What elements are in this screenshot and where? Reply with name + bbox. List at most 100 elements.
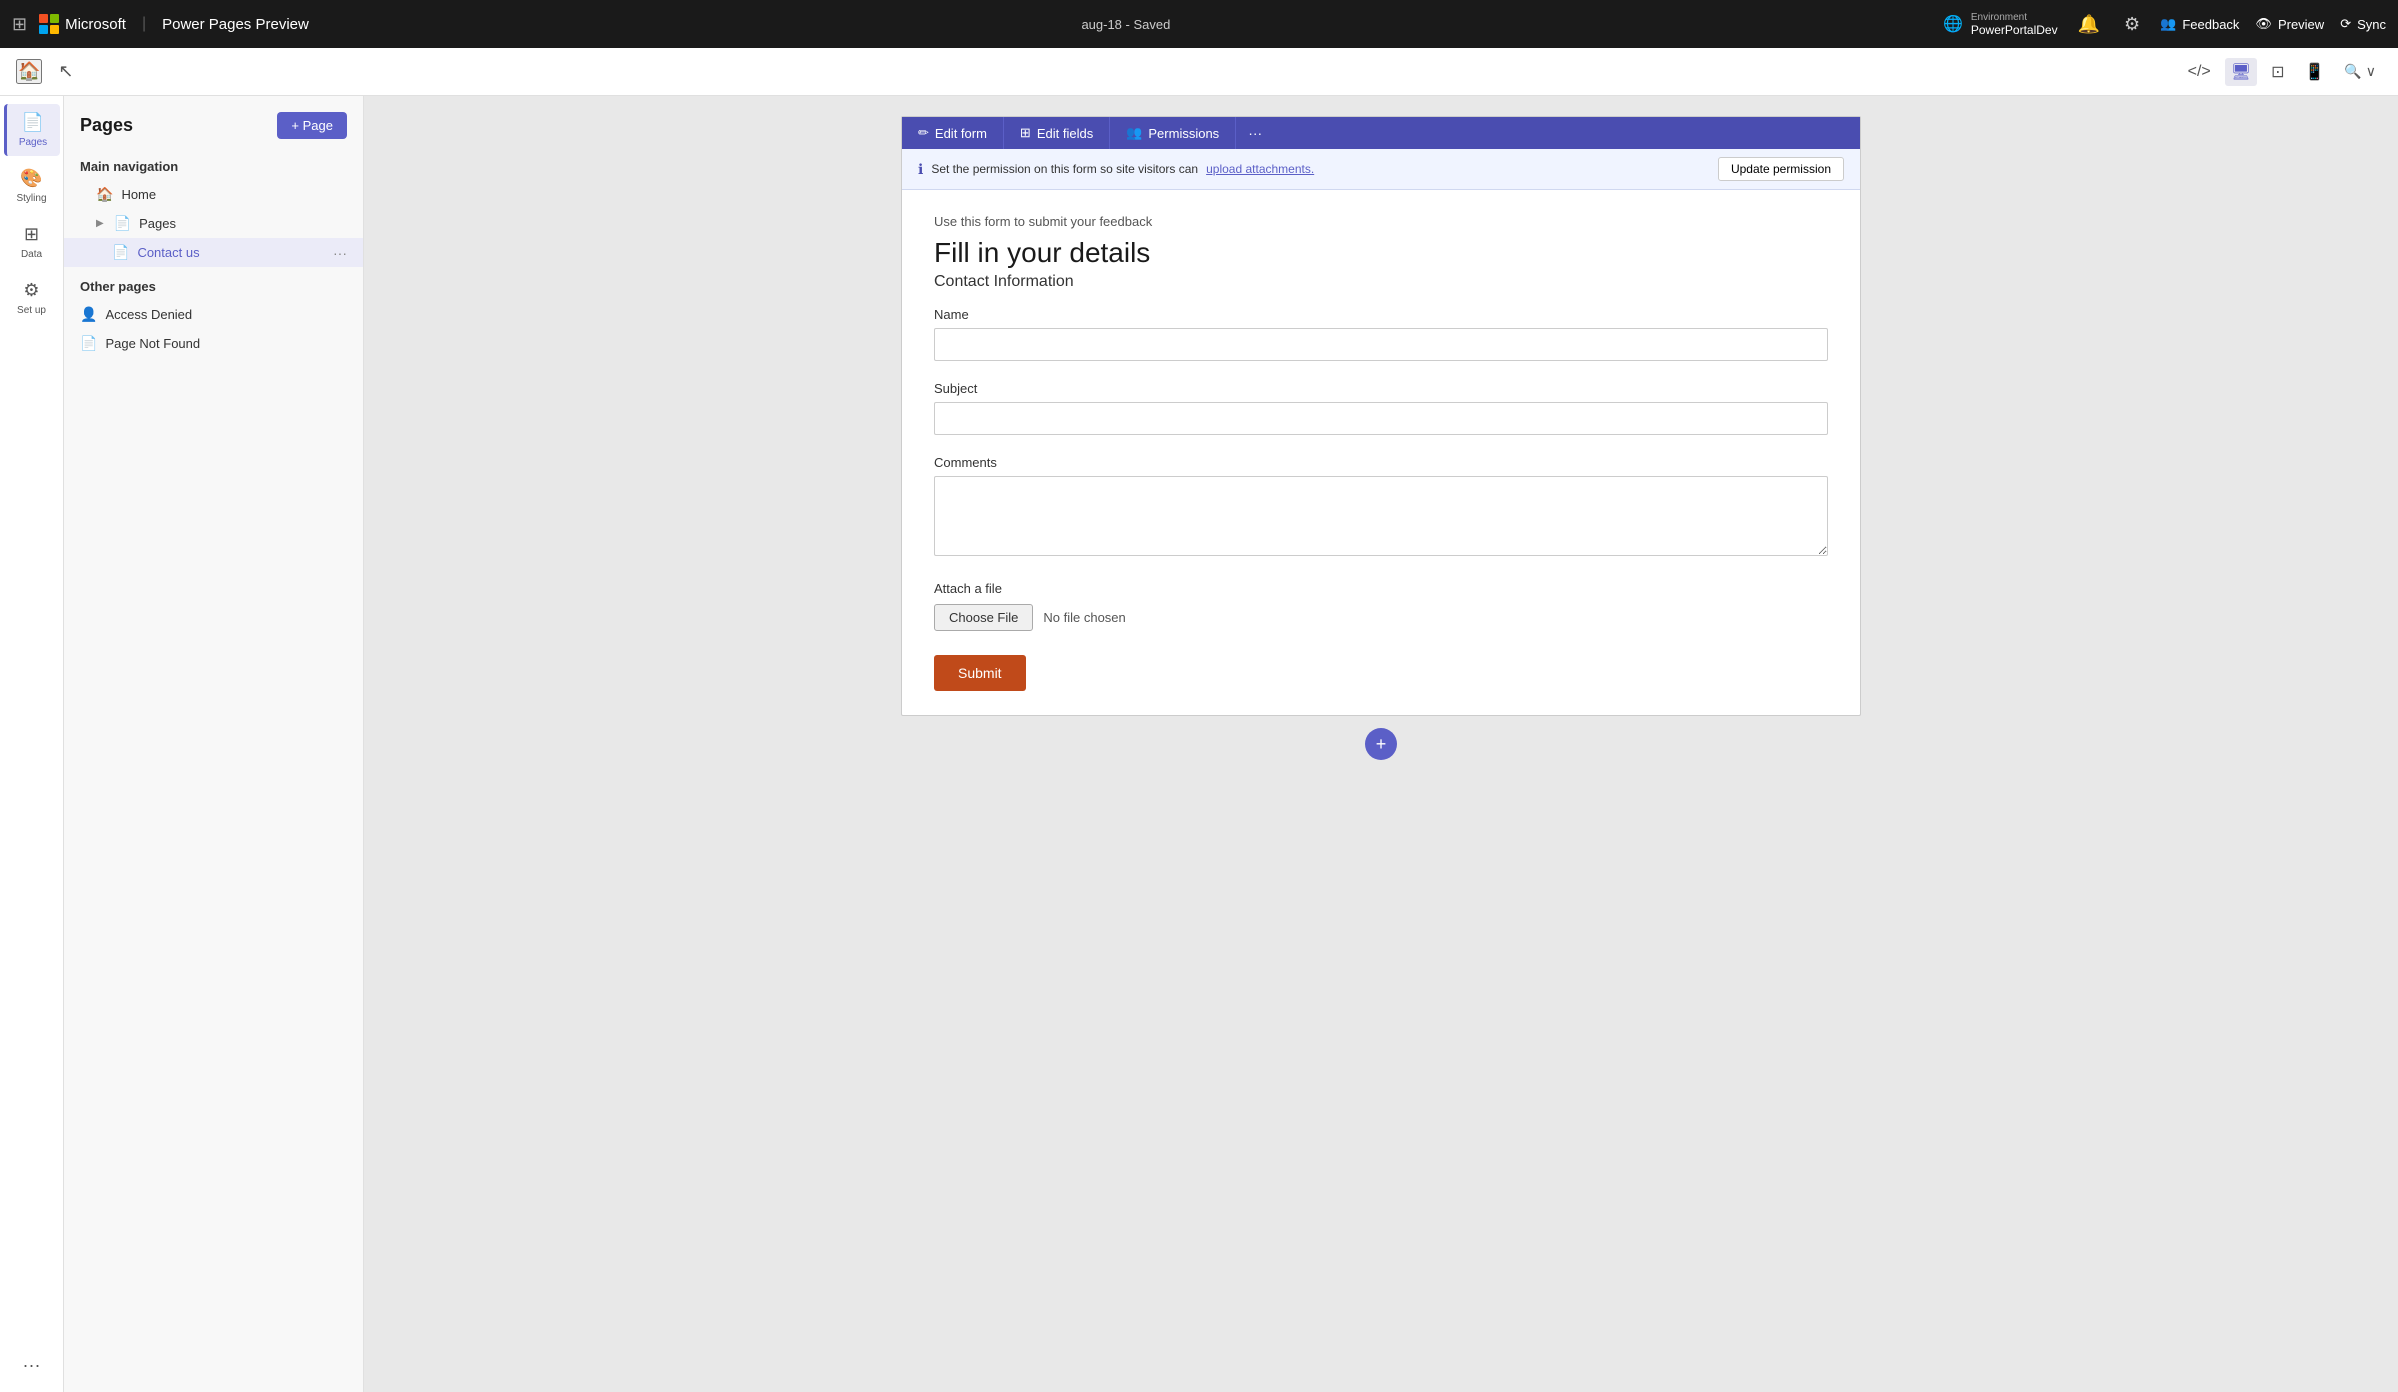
form-main-title: Fill in your details (934, 237, 1828, 269)
permissions-icon: 👥 (1126, 125, 1142, 141)
sidebar-item-data[interactable]: ⊞ Data (4, 216, 60, 268)
mobile-view-button[interactable]: 📱 (2299, 58, 2331, 86)
styling-label: Styling (16, 193, 46, 204)
zoom-button[interactable]: 🔍 ∨ (2338, 59, 2382, 84)
desktop-view-button[interactable]: 🖥 (2225, 58, 2257, 86)
form-canvas: ✏ Edit form ⊞ Edit fields 👥 Permissions … (901, 116, 1861, 716)
choose-file-button[interactable]: Choose File (934, 604, 1033, 631)
environment-selector[interactable]: 🌐 Environment PowerPortalDev (1943, 12, 2058, 37)
contact-more-icon[interactable]: ··· (333, 245, 347, 261)
access-denied-icon: 👤 (80, 306, 97, 323)
home-nav-icon: 🏠 (96, 186, 113, 203)
globe-icon: 🌐 (1943, 14, 1963, 34)
preview-icon: 👁 (2255, 16, 2272, 32)
contact-nav-icon: 📄 (112, 244, 129, 261)
subject-label: Subject (934, 381, 1828, 396)
pages-chevron: ▶ (96, 218, 104, 229)
topbar: ⊞ Microsoft | Power Pages Preview aug-18… (0, 0, 2398, 48)
topbar-separator: | (142, 15, 146, 33)
env-label: Environment (1971, 12, 2058, 23)
attach-label: Attach a file (934, 581, 1828, 596)
form-section-title: Contact Information (934, 273, 1828, 291)
form-content: Use this form to submit your feedback Fi… (902, 190, 1860, 715)
data-icon: ⊞ (24, 224, 39, 245)
more-icon: ··· (23, 1355, 41, 1376)
page-not-found-icon: 📄 (80, 335, 97, 352)
attach-section: Attach a file Choose File No file chosen (934, 581, 1828, 631)
permissions-button[interactable]: 👥 Permissions (1110, 117, 1236, 149)
nav-item-contact-us[interactable]: 📄 Contact us ··· (64, 238, 363, 267)
notification-bell[interactable]: 🔔 (2074, 10, 2104, 39)
home-button[interactable]: 🏠 (16, 59, 42, 84)
pages-nav-label: Pages (139, 216, 176, 231)
sync-icon: ⟳ (2340, 16, 2351, 32)
cursor-tool[interactable]: ↖ (58, 61, 73, 82)
name-input[interactable] (934, 328, 1828, 361)
sidebar-item-setup[interactable]: ⚙ Set up (4, 272, 60, 324)
subject-input[interactable] (934, 402, 1828, 435)
sync-label: Sync (2357, 17, 2386, 32)
add-section-button[interactable]: + (1365, 728, 1397, 760)
home-nav-label: Home (121, 187, 156, 202)
name-field: Name (934, 307, 1828, 361)
update-permission-button[interactable]: Update permission (1718, 157, 1844, 181)
grid-icon[interactable]: ⊞ (12, 14, 27, 35)
no-file-text: No file chosen (1043, 610, 1125, 625)
pages-icon: 📄 (22, 112, 44, 133)
nav-item-home[interactable]: 🏠 Home (64, 180, 363, 209)
edit-fields-icon: ⊞ (1020, 125, 1031, 141)
submit-button[interactable]: Submit (934, 655, 1026, 691)
pages-nav-icon: 📄 (114, 215, 131, 232)
permission-notice-left: ℹ Set the permission on this form so sit… (918, 161, 1314, 178)
filename: aug-18 - Saved (1081, 17, 1170, 32)
preview-button[interactable]: 👁 Preview (2255, 16, 2324, 32)
env-text: Environment PowerPortalDev (1971, 12, 2058, 37)
setup-icon: ⚙ (23, 280, 39, 301)
nav-item-access-denied[interactable]: 👤 Access Denied (64, 300, 363, 329)
file-input-row: Choose File No file chosen (934, 604, 1828, 631)
edit-fields-button[interactable]: ⊞ Edit fields (1004, 117, 1110, 149)
edit-form-icon: ✏ (918, 125, 929, 141)
nav-item-pages[interactable]: ▶ 📄 Pages (64, 209, 363, 238)
permissions-label: Permissions (1148, 126, 1219, 141)
icon-sidebar: 📄 Pages 🎨 Styling ⊞ Data ⚙ Set up ··· (0, 96, 64, 1392)
add-page-button[interactable]: + Page (277, 112, 347, 139)
permission-notice: ℹ Set the permission on this form so sit… (902, 149, 1860, 190)
view-controls: </> 🖥 ⊡ 📱 🔍 ∨ (2182, 58, 2382, 86)
microsoft-logo: Microsoft (39, 14, 126, 34)
code-view-button[interactable]: </> (2182, 59, 2217, 85)
name-label: Name (934, 307, 1828, 322)
sidebar-item-styling[interactable]: 🎨 Styling (4, 160, 60, 212)
feedback-button[interactable]: 👥 Feedback (2160, 16, 2239, 32)
styling-icon: 🎨 (20, 168, 42, 189)
sidebar-item-pages[interactable]: 📄 Pages (4, 104, 60, 156)
logo-squares (39, 14, 59, 34)
topbar-center: aug-18 - Saved (321, 17, 1931, 32)
form-subtitle: Use this form to submit your feedback (934, 214, 1828, 229)
data-label: Data (21, 249, 42, 260)
edit-fields-label: Edit fields (1037, 126, 1093, 141)
tablet-view-button[interactable]: ⊡ (2265, 58, 2290, 86)
subject-field: Subject (934, 381, 1828, 435)
pages-panel-title: Pages (80, 115, 133, 136)
add-section-row: + (901, 716, 1861, 772)
comments-label: Comments (934, 455, 1828, 470)
nav-item-page-not-found[interactable]: 📄 Page Not Found (64, 329, 363, 358)
preview-label: Preview (2278, 17, 2324, 32)
sync-button[interactable]: ⟳ Sync (2340, 16, 2386, 32)
other-pages-title: Other pages (64, 267, 363, 300)
pages-header: Pages + Page (64, 96, 363, 147)
sidebar-item-more[interactable]: ··· (4, 1347, 60, 1384)
contact-nav-label: Contact us (137, 245, 199, 260)
form-more-button[interactable]: ··· (1236, 117, 1274, 149)
comments-field: Comments (934, 455, 1828, 561)
permission-link[interactable]: upload attachments. (1206, 162, 1314, 176)
main-layout: 📄 Pages 🎨 Styling ⊞ Data ⚙ Set up ··· Pa… (0, 96, 2398, 1392)
pages-panel: Pages + Page Main navigation 🏠 Home ▶ 📄 … (64, 96, 364, 1392)
edit-form-button[interactable]: ✏ Edit form (902, 117, 1004, 149)
env-name: PowerPortalDev (1971, 23, 2058, 37)
comments-input[interactable] (934, 476, 1828, 556)
settings-icon[interactable]: ⚙ (2120, 10, 2144, 39)
permission-notice-text: Set the permission on this form so site … (931, 162, 1198, 176)
setup-label: Set up (17, 305, 46, 316)
